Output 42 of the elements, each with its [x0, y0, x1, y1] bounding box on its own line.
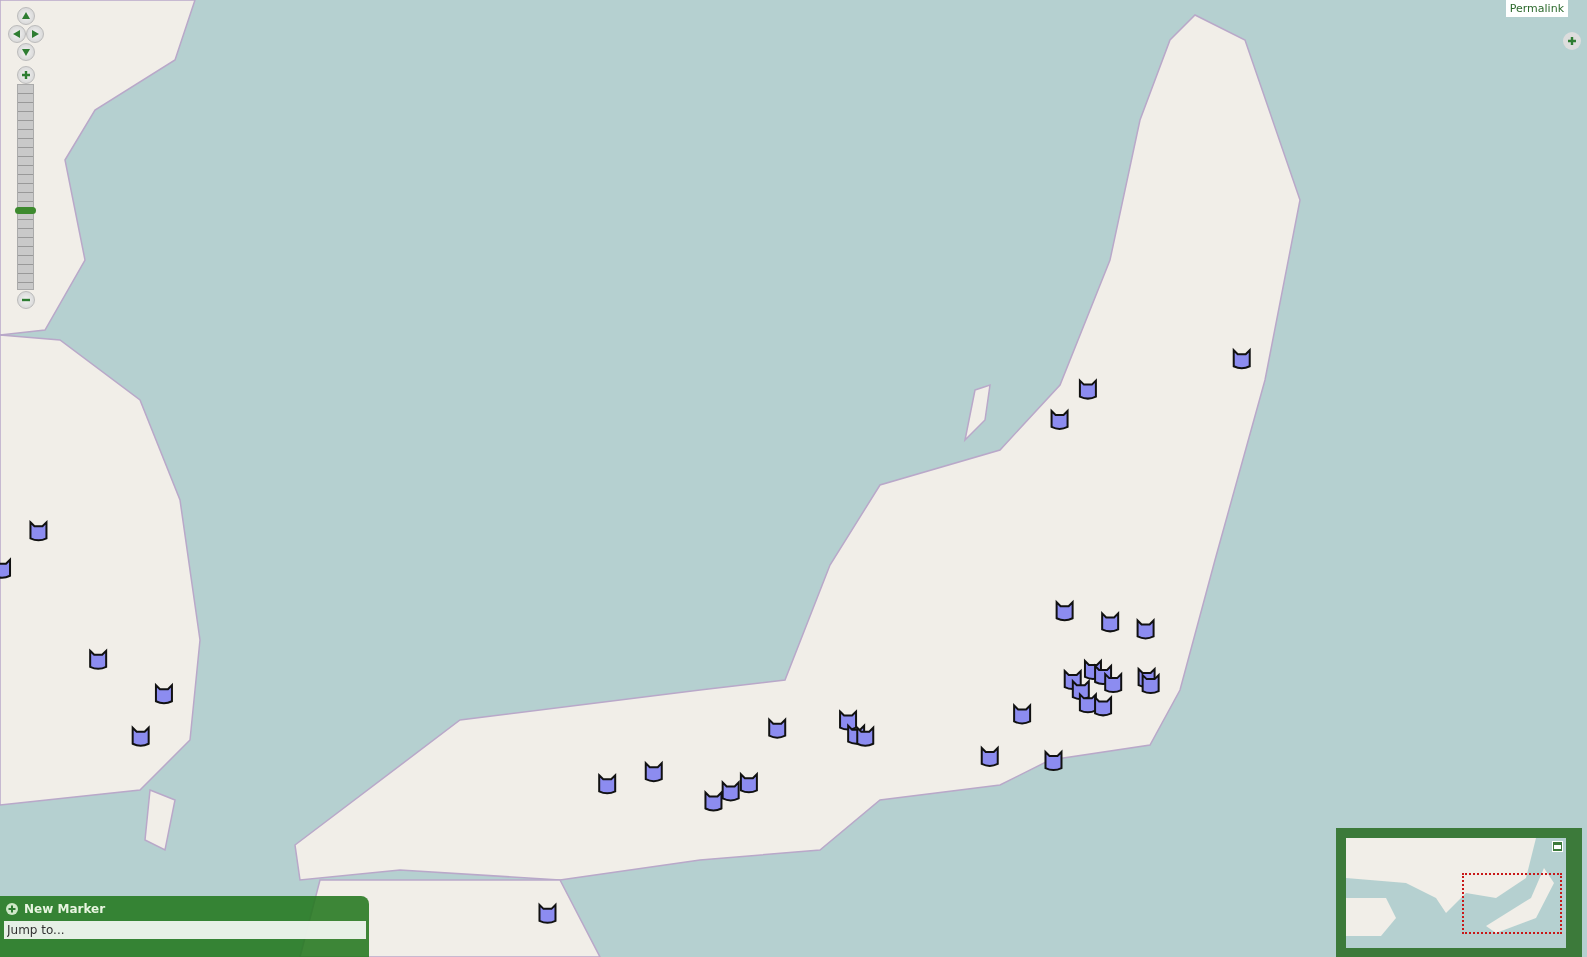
new-marker-button[interactable]: New Marker [4, 902, 108, 916]
cat-marker-icon[interactable] [89, 649, 108, 670]
island-drawing [144, 788, 176, 852]
cat-marker-icon[interactable] [980, 747, 999, 767]
layer-switcher-button[interactable] [1563, 32, 1581, 50]
plus-icon [1567, 36, 1577, 46]
cat-marker-icon[interactable] [704, 791, 723, 812]
island-drawing [963, 383, 991, 443]
cat-marker-icon[interactable] [1050, 410, 1069, 430]
cat-marker-icon[interactable] [1094, 696, 1113, 717]
cat-marker-icon[interactable] [1104, 673, 1123, 694]
zoom-slider-handle[interactable] [15, 206, 36, 214]
cat-marker-icon[interactable] [1055, 601, 1074, 622]
zoom-slider[interactable] [17, 84, 34, 290]
cat-marker-icon[interactable] [721, 781, 740, 802]
cat-marker-icon[interactable] [0, 558, 11, 579]
plus-circle-icon [6, 903, 18, 915]
cat-marker-icon[interactable] [154, 684, 173, 705]
cat-marker-icon[interactable] [1071, 680, 1090, 701]
cat-marker-icon[interactable] [1013, 704, 1032, 725]
cat-marker-icon[interactable] [644, 762, 663, 783]
cat-marker-icon[interactable] [1136, 619, 1155, 640]
minimize-button[interactable] [1552, 841, 1563, 852]
cat-marker-icon[interactable] [768, 718, 787, 739]
cat-marker-icon[interactable] [1101, 612, 1120, 633]
permalink-link[interactable]: Permalink [1505, 0, 1568, 17]
cat-marker-icon[interactable] [131, 726, 150, 747]
cat-marker-icon[interactable] [1232, 349, 1251, 370]
cat-marker-icon[interactable] [1078, 379, 1097, 400]
cat-marker-icon[interactable] [739, 773, 758, 794]
cat-marker-icon[interactable] [538, 903, 557, 924]
cat-marker-icon[interactable] [839, 710, 858, 731]
viewport-rectangle[interactable] [1462, 873, 1562, 934]
cat-marker-icon[interactable] [598, 774, 617, 795]
cat-marker-icon[interactable] [1044, 751, 1063, 771]
minimize-icon [1554, 844, 1561, 849]
plus-icon [21, 70, 31, 80]
cat-marker-icon[interactable] [1141, 674, 1160, 695]
cat-marker-icon[interactable] [856, 726, 875, 747]
cat-marker-icon[interactable] [29, 521, 48, 542]
map-view[interactable]: Permalink New Marker Jump to... [0, 0, 1587, 957]
jump-to-field[interactable]: Jump to... [4, 921, 366, 939]
